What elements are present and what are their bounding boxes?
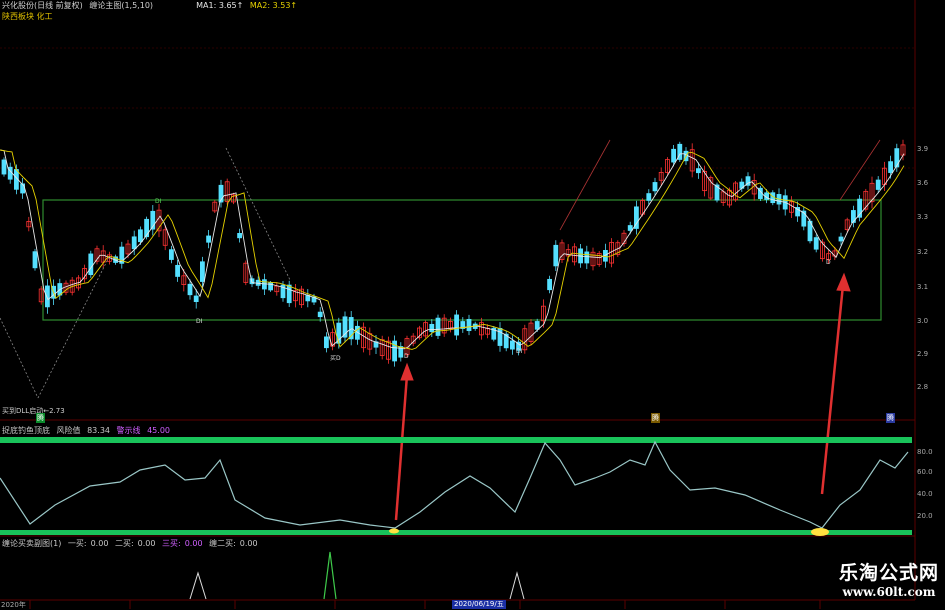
trendline: [559, 139, 611, 231]
candle-body: [646, 193, 652, 201]
chan-label: DI: [516, 348, 523, 355]
price-tick: 2.9: [917, 350, 929, 358]
candle-body: [20, 183, 26, 194]
osc-tick: 20.0: [917, 512, 933, 520]
candle-body: [168, 249, 174, 260]
chan-label: DI: [196, 318, 203, 325]
bottom-signal-dot: [389, 528, 399, 534]
candle-body: [199, 261, 205, 282]
candle-body: [88, 253, 94, 276]
candle-body: [317, 311, 323, 318]
candle-body: [652, 182, 658, 192]
candle-body: [45, 285, 50, 308]
candle-body: [547, 278, 552, 291]
candle-body: [534, 321, 540, 330]
low-price-marker: 买到DLL启动←2.73: [2, 406, 65, 416]
candlesticks: [1, 139, 906, 367]
bottom-signal-dot: [811, 528, 829, 536]
chan-label: 买D: [330, 355, 341, 362]
candle-body: [144, 218, 150, 238]
arrow-up-2: [820, 272, 851, 495]
price-tick: 3.2: [917, 248, 929, 256]
flag-badge: 腾: [651, 413, 660, 423]
candle-body: [497, 327, 503, 346]
candle-body: [894, 148, 900, 168]
price-tick: 3.3: [917, 213, 929, 221]
price-tick: 3.1: [917, 283, 929, 291]
candle-body: [286, 284, 292, 304]
candle-body: [237, 233, 243, 239]
consolidation-box: [42, 199, 882, 321]
warning-band-top: [0, 437, 912, 443]
chan-label: D: [826, 259, 831, 266]
candle-body: [813, 237, 819, 250]
candle-body: [553, 244, 559, 267]
candle-body: [187, 283, 193, 296]
flag-badge: 腾: [886, 413, 895, 423]
candle-body: [206, 235, 212, 243]
warning-band-bottom: [0, 530, 912, 535]
candle-body: [435, 317, 441, 336]
price-tick: 3.6: [917, 179, 929, 187]
watermark-title: 乐淘公式网: [838, 562, 939, 584]
candle-body: [323, 336, 329, 349]
candle-body: [429, 323, 435, 333]
price-tick: 3.0: [917, 317, 929, 325]
low-marker-value: 2.73: [49, 407, 65, 415]
time-ticks: [29, 600, 821, 609]
candle-body: [137, 229, 143, 243]
candle-body: [838, 236, 844, 242]
moving-average-line: [0, 149, 905, 350]
buy-signal-spike: [189, 571, 207, 600]
selected-date[interactable]: 2020/06/19/五: [452, 600, 506, 609]
osc-tick: 80.0: [917, 448, 933, 456]
price-tick: 2.8: [917, 383, 929, 391]
price-tick: 3.9: [917, 145, 929, 153]
buy-signal-spike: [509, 571, 525, 600]
flag-badge: 腾: [36, 413, 45, 423]
candle-body: [131, 236, 137, 250]
trendline: [0, 317, 39, 399]
osc-tick: 40.0: [917, 490, 933, 498]
kline-chart[interactable]: [0, 0, 945, 609]
candle-body: [466, 318, 472, 332]
chan-label: DI: [155, 198, 162, 205]
candle-body: [671, 148, 676, 163]
candle-body: [627, 225, 633, 231]
candle-body: [875, 179, 881, 190]
risk-oscillator-line: [0, 440, 909, 529]
candle-body: [888, 161, 893, 173]
osc-tick: 60.0: [917, 468, 933, 476]
trendline: [37, 254, 111, 399]
candle-body: [454, 314, 460, 336]
buy-signal-spike: [323, 551, 337, 600]
candle-body: [584, 251, 590, 264]
candle-body: [696, 168, 701, 174]
candle-body: [509, 340, 515, 350]
watermark-url: www.60lt.com: [842, 585, 936, 599]
candle-body: [193, 295, 199, 303]
candle-body: [32, 251, 38, 269]
chan-label: D: [404, 353, 409, 360]
candle-body: [1, 159, 7, 175]
candle-body: [175, 264, 181, 277]
watermark: 乐淘公式网 www.60lt.com: [839, 558, 939, 599]
